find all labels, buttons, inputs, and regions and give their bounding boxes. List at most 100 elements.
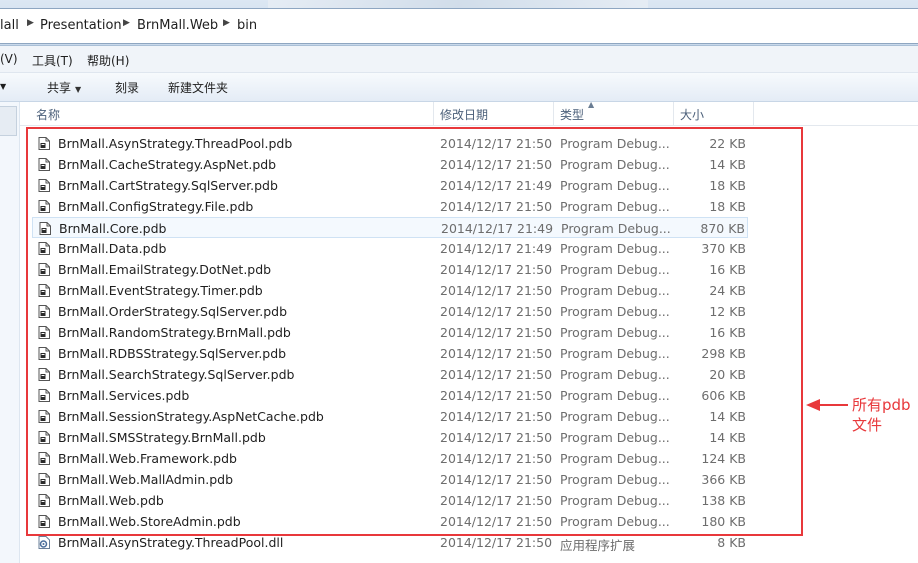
window-title-blur xyxy=(268,0,648,8)
column-header-type[interactable]: 类型 xyxy=(554,102,674,125)
file-name: BrnMall.AsynStrategy.ThreadPool.pdb xyxy=(58,136,293,151)
file-row[interactable]: BrnMall.Web.MallAdmin.pdb 2014/12/17 21:5… xyxy=(32,469,748,490)
file-list: BrnMall.AsynStrategy.ThreadPool.pdb 2014/… xyxy=(20,125,918,563)
pdb-file-icon xyxy=(38,389,50,402)
pdb-file-icon xyxy=(38,179,50,192)
pdb-file-icon xyxy=(38,431,50,444)
file-size: 14 KB xyxy=(709,409,746,424)
file-date: 2014/12/17 21:50 xyxy=(440,283,553,298)
pdb-file-icon xyxy=(38,158,50,171)
file-type: Program Debug... xyxy=(560,283,670,298)
share-button[interactable]: 共享 ▼ xyxy=(47,79,81,96)
file-row[interactable]: BrnMall.CacheStrategy.AspNet.pdb 2014/12/… xyxy=(32,154,748,175)
file-date: 2014/12/17 21:50 xyxy=(440,535,553,550)
file-name: BrnMall.Services.pdb xyxy=(58,388,190,403)
column-headers: 名称 修改日期 类型 大小 xyxy=(20,102,918,126)
burn-button[interactable]: 刻录 xyxy=(115,79,139,96)
file-row[interactable]: BrnMall.AsynStrategy.ThreadPool.pdb 2014/… xyxy=(32,133,748,154)
breadcrumb-item-brnmall-web[interactable]: BrnMall.Web xyxy=(137,18,218,33)
file-size: 138 KB xyxy=(701,493,746,508)
file-row[interactable]: BrnMall.SessionStrategy.AspNetCache.pdb 2… xyxy=(32,406,748,427)
file-type: Program Debug... xyxy=(560,367,670,382)
file-name: BrnMall.OrderStrategy.SqlServer.pdb xyxy=(58,304,288,319)
menu-tools[interactable]: 工具(T) xyxy=(32,52,73,69)
file-size: 18 KB xyxy=(709,199,746,214)
file-date: 2014/12/17 21:49 xyxy=(441,221,554,236)
column-header-size[interactable]: 大小 xyxy=(674,102,754,125)
file-name: BrnMall.Data.pdb xyxy=(58,241,167,256)
file-name: BrnMall.SearchStrategy.SqlServer.pdb xyxy=(58,367,295,382)
file-type: Program Debug... xyxy=(560,514,670,529)
file-type: Program Debug... xyxy=(560,409,670,424)
file-name: BrnMall.Core.pdb xyxy=(59,221,167,236)
file-row[interactable]: BrnMall.Services.pdb 2014/12/17 21:50 Prog… xyxy=(32,385,748,406)
file-type: Program Debug... xyxy=(560,493,670,508)
file-date: 2014/12/17 21:50 xyxy=(440,304,553,319)
file-row[interactable]: BrnMall.RDBSStrategy.SqlServer.pdb 2014/1… xyxy=(32,343,748,364)
file-size: 180 KB xyxy=(701,514,746,529)
chevron-down-icon[interactable]: ▼ xyxy=(0,82,6,91)
column-header-date[interactable]: 修改日期 xyxy=(434,102,554,125)
menu-view[interactable]: (V) xyxy=(0,52,18,66)
file-row[interactable]: BrnMall.Data.pdb 2014/12/17 21:49 Program … xyxy=(32,238,748,259)
column-header-name[interactable]: 名称 xyxy=(30,102,434,125)
file-date: 2014/12/17 21:50 xyxy=(440,325,553,340)
file-row[interactable]: BrnMall.Web.Framework.pdb 2014/12/17 21:5… xyxy=(32,448,748,469)
pdb-file-icon xyxy=(38,368,50,381)
chevron-right-icon[interactable]: ▶ xyxy=(27,18,34,28)
file-row[interactable]: BrnMall.EventStrategy.Timer.pdb 2014/12/1… xyxy=(32,280,748,301)
file-date: 2014/12/17 21:50 xyxy=(440,514,553,529)
file-type: Program Debug... xyxy=(560,241,670,256)
file-name: BrnMall.SessionStrategy.AspNetCache.pdb xyxy=(58,409,324,424)
file-row[interactable]: BrnMall.AsynStrategy.ThreadPool.dll 2014/… xyxy=(32,532,748,553)
file-size: 16 KB xyxy=(709,325,746,340)
pdb-file-icon xyxy=(38,515,50,528)
menu-bar: (V) 工具(T) 帮助(H) xyxy=(0,46,918,73)
file-date: 2014/12/17 21:50 xyxy=(440,472,553,487)
file-row[interactable]: BrnMall.SearchStrategy.SqlServer.pdb 2014… xyxy=(32,364,748,385)
file-row[interactable]: BrnMall.Web.pdb 2014/12/17 21:50 Program D… xyxy=(32,490,748,511)
pdb-file-icon xyxy=(38,347,50,360)
breadcrumb-item-lall[interactable]: lall xyxy=(0,18,19,33)
file-size: 366 KB xyxy=(701,472,746,487)
file-type: 应用程序扩展 xyxy=(560,538,636,553)
file-name: BrnMall.ConfigStrategy.File.pdb xyxy=(58,199,254,214)
pdb-file-icon xyxy=(38,410,50,423)
file-date: 2014/12/17 21:50 xyxy=(440,367,553,382)
file-row[interactable]: BrnMall.CartStrategy.SqlServer.pdb 2014/1… xyxy=(32,175,748,196)
file-date: 2014/12/17 21:50 xyxy=(440,157,553,172)
file-size: 22 KB xyxy=(709,136,746,151)
file-name: BrnMall.CacheStrategy.AspNet.pdb xyxy=(58,157,277,172)
chevron-right-icon[interactable]: ▶ xyxy=(223,18,230,28)
file-size: 298 KB xyxy=(701,346,746,361)
breadcrumb-item-bin[interactable]: bin xyxy=(237,18,257,33)
file-row[interactable]: BrnMall.Core.pdb 2014/12/17 21:49 Program … xyxy=(32,217,748,238)
breadcrumb-item-presentation[interactable]: Presentation xyxy=(40,18,122,33)
file-row[interactable]: BrnMall.SMSStrategy.BrnMall.pdb 2014/12/1… xyxy=(32,427,748,448)
chevron-right-icon[interactable]: ▶ xyxy=(123,18,130,28)
navigation-scroll-thumb[interactable] xyxy=(0,106,17,136)
file-row[interactable]: BrnMall.Web.StoreAdmin.pdb 2014/12/17 21:… xyxy=(32,511,748,532)
dll-file-icon xyxy=(38,536,50,549)
file-name: BrnMall.RandomStrategy.BrnMall.pdb xyxy=(58,325,291,340)
file-type: Program Debug... xyxy=(560,304,670,319)
file-size: 16 KB xyxy=(709,262,746,277)
pdb-file-icon xyxy=(38,242,50,255)
file-size: 8 KB xyxy=(717,535,746,550)
file-row[interactable]: BrnMall.ConfigStrategy.File.pdb 2014/12/1… xyxy=(32,196,748,217)
file-date: 2014/12/17 21:50 xyxy=(440,493,553,508)
file-date: 2014/12/17 21:50 xyxy=(440,199,553,214)
file-row[interactable]: BrnMall.OrderStrategy.SqlServer.pdb 2014/… xyxy=(32,301,748,322)
file-name: BrnMall.SMSStrategy.BrnMall.pdb xyxy=(58,430,266,445)
new-folder-button[interactable]: 新建文件夹 xyxy=(168,79,228,96)
file-type: Program Debug... xyxy=(560,157,670,172)
menu-help[interactable]: 帮助(H) xyxy=(87,52,129,69)
file-name: BrnMall.Web.pdb xyxy=(58,493,164,508)
annotation-arrow-icon xyxy=(806,399,848,411)
file-row[interactable]: BrnMall.EmailStrategy.DotNet.pdb 2014/12/… xyxy=(32,259,748,280)
file-row[interactable]: BrnMall.RandomStrategy.BrnMall.pdb 2014/1… xyxy=(32,322,748,343)
file-date: 2014/12/17 21:50 xyxy=(440,262,553,277)
navigation-pane[interactable] xyxy=(0,102,20,563)
file-date: 2014/12/17 21:50 xyxy=(440,346,553,361)
file-type: Program Debug... xyxy=(560,136,670,151)
